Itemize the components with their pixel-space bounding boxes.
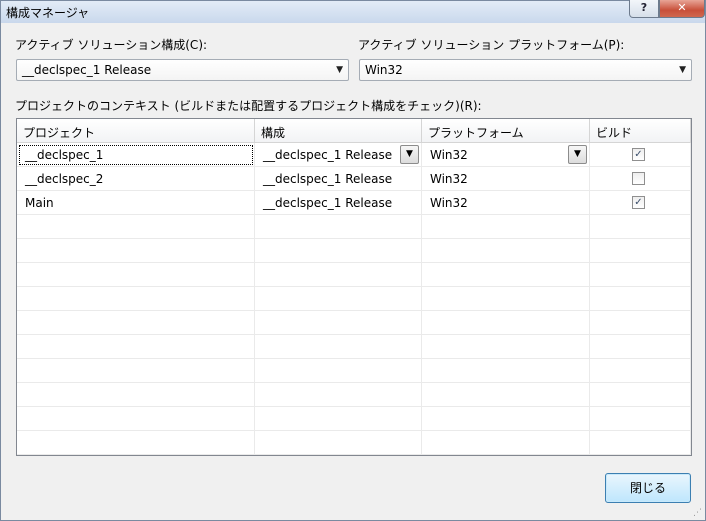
empty-row (17, 239, 691, 263)
active-config-label: アクティブ ソリューション構成(C): (15, 38, 208, 52)
empty-cell (255, 407, 422, 431)
empty-cell (255, 383, 422, 407)
build-cell (590, 167, 691, 191)
project-cell[interactable]: __declspec_2 (17, 167, 255, 191)
empty-row (17, 359, 691, 383)
empty-cell (17, 215, 255, 239)
grid-header: プロジェクト 構成 プラットフォーム ビルド (17, 119, 691, 143)
empty-cell (422, 215, 590, 239)
empty-row (17, 383, 691, 407)
empty-cell (17, 383, 255, 407)
empty-cell (422, 263, 590, 287)
table-row[interactable]: __declspec_1 __declspec_1 Release ▼ Win3… (17, 143, 691, 167)
empty-row (17, 335, 691, 359)
empty-cell (590, 263, 691, 287)
empty-cell (590, 359, 691, 383)
column-header-build[interactable]: ビルド (590, 119, 691, 143)
empty-row (17, 287, 691, 311)
platform-value: Win32 (430, 148, 468, 162)
empty-cell (590, 431, 691, 455)
config-cell[interactable]: __declspec_1 Release (255, 167, 422, 191)
chevron-down-icon: ▼ (679, 65, 686, 75)
table-row[interactable]: Main __declspec_1 Release Win32 ✓ (17, 191, 691, 215)
help-button[interactable]: ? (629, 0, 659, 18)
empty-cell (422, 431, 590, 455)
chevron-down-icon: ▼ (336, 65, 343, 75)
empty-cell (255, 239, 422, 263)
chevron-down-icon[interactable]: ▼ (400, 145, 419, 164)
column-header-project[interactable]: プロジェクト (17, 119, 255, 143)
platform-cell[interactable]: Win32 ▼ (422, 143, 590, 167)
config-cell[interactable]: __declspec_1 Release (255, 191, 422, 215)
empty-cell (590, 383, 691, 407)
empty-row (17, 215, 691, 239)
empty-cell (17, 335, 255, 359)
active-platform-label: アクティブ ソリューション プラットフォーム(P): (358, 38, 625, 52)
empty-cell (422, 335, 590, 359)
project-context-label: プロジェクトのコンテキスト (ビルドまたは配置するプロジェクト構成をチェック)(… (15, 99, 482, 113)
empty-cell (422, 383, 590, 407)
empty-cell (422, 239, 590, 263)
empty-cell (422, 407, 590, 431)
project-cell[interactable]: Main (17, 191, 255, 215)
chevron-down-icon[interactable]: ▼ (568, 145, 587, 164)
config-cell[interactable]: __declspec_1 Release ▼ (255, 143, 422, 167)
empty-cell (422, 287, 590, 311)
platform-cell[interactable]: Win32 (422, 167, 590, 191)
config-value: __declspec_1 Release (263, 148, 393, 162)
resize-grip-icon[interactable]: ⋰ (693, 508, 702, 518)
empty-cell (17, 431, 255, 455)
project-context-grid[interactable]: プロジェクト 構成 プラットフォーム ビルド __declspec_1 __de… (16, 118, 692, 456)
empty-cell (255, 311, 422, 335)
active-config-select[interactable]: __declspec_1 Release ▼ (16, 59, 349, 81)
empty-cell (255, 215, 422, 239)
close-button[interactable]: 閉じる (605, 473, 691, 503)
empty-row (17, 431, 691, 455)
dialog-body: アクティブ ソリューション構成(C): __declspec_1 Release… (2, 23, 704, 520)
title-bar[interactable]: 構成マネージャ ? ✕ (1, 0, 705, 23)
empty-row (17, 407, 691, 431)
empty-cell (255, 287, 422, 311)
active-platform-value: Win32 (365, 63, 403, 77)
project-cell[interactable]: __declspec_1 (17, 143, 255, 167)
active-platform-select[interactable]: Win32 ▼ (359, 59, 692, 81)
empty-cell (422, 311, 590, 335)
empty-cell (590, 335, 691, 359)
empty-cell (17, 359, 255, 383)
empty-cell (255, 431, 422, 455)
empty-cell (255, 263, 422, 287)
empty-cell (590, 239, 691, 263)
empty-cell (590, 311, 691, 335)
platform-cell[interactable]: Win32 (422, 191, 590, 215)
empty-cell (17, 263, 255, 287)
empty-cell (17, 407, 255, 431)
empty-cell (255, 335, 422, 359)
close-window-button[interactable]: ✕ (659, 0, 705, 18)
build-checkbox[interactable] (632, 172, 645, 185)
configuration-manager-window: 構成マネージャ ? ✕ アクティブ ソリューション構成(C): __declsp… (0, 0, 706, 521)
empty-cell (17, 239, 255, 263)
build-cell: ✓ (590, 143, 691, 167)
empty-row (17, 263, 691, 287)
build-checkbox[interactable]: ✓ (632, 148, 645, 161)
empty-cell (17, 311, 255, 335)
empty-cell (590, 215, 691, 239)
empty-row (17, 311, 691, 335)
empty-cell (255, 359, 422, 383)
empty-cell (590, 287, 691, 311)
column-header-config[interactable]: 構成 (255, 119, 422, 143)
table-row[interactable]: __declspec_2 __declspec_1 Release Win32 (17, 167, 691, 191)
window-title: 構成マネージャ (6, 6, 90, 20)
build-cell: ✓ (590, 191, 691, 215)
empty-cell (422, 359, 590, 383)
active-config-value: __declspec_1 Release (22, 63, 152, 77)
empty-cell (17, 287, 255, 311)
column-header-platform[interactable]: プラットフォーム (422, 119, 590, 143)
build-checkbox[interactable]: ✓ (632, 196, 645, 209)
empty-cell (590, 407, 691, 431)
